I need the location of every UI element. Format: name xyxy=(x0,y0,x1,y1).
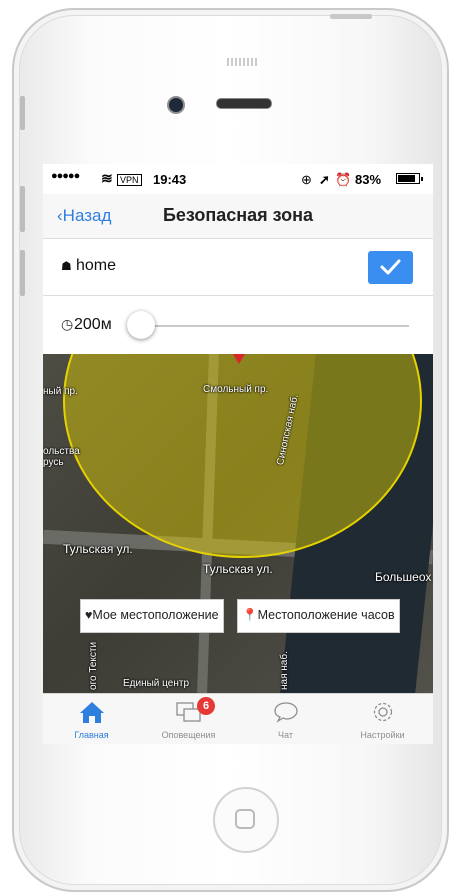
map-label: ольства русь xyxy=(43,446,80,468)
my-location-button[interactable]: ♥Мое местоположение xyxy=(80,599,224,633)
timer-icon: ◷ xyxy=(61,316,74,332)
map-marker-icon: 📍 xyxy=(242,608,258,622)
map-label: ого Тексти xyxy=(88,641,99,690)
zone-name[interactable]: home xyxy=(76,257,116,275)
radius-slider-knob[interactable] xyxy=(127,311,155,339)
radius-row: ◷ 200м xyxy=(43,296,433,354)
home-icon xyxy=(80,702,104,723)
satellite-map[interactable]: Смольный пр. Синопская наб. ный пр. Туль… xyxy=(43,354,433,693)
map-label: Смольный пр. xyxy=(203,384,269,395)
power-button xyxy=(330,14,372,19)
radius-value: 200м xyxy=(74,316,112,333)
battery-icon xyxy=(396,173,423,184)
notification-badge: 6 xyxy=(197,697,215,715)
tab-chat[interactable]: Чат xyxy=(237,694,334,744)
alarm-icon: ⏰ xyxy=(335,172,352,187)
tab-bar: Главная 6 Оповещения Чат Настройки xyxy=(43,693,433,744)
map-label: ная наб. xyxy=(279,651,290,690)
map-label: Единый центр xyxy=(123,678,190,689)
map-label: ный пр. xyxy=(43,386,78,397)
page-title: Безопасная зона xyxy=(162,205,314,225)
rotation-lock-icon: ⊕ xyxy=(301,172,312,187)
gear-icon xyxy=(373,702,393,722)
tab-home[interactable]: Главная xyxy=(43,694,140,744)
location-arrow-icon: ➚ xyxy=(319,172,330,187)
volume-up-button xyxy=(20,186,25,232)
navigation-bar: ‹Назад Безопасная зона xyxy=(43,194,433,239)
tab-label: Оповещения xyxy=(161,730,216,740)
tab-settings[interactable]: Настройки xyxy=(334,694,431,744)
map-label: Тульская ул. xyxy=(203,562,273,576)
home-button[interactable] xyxy=(213,787,279,853)
watch-location-label: Местоположение часов xyxy=(257,608,395,622)
tab-notifications[interactable]: 6 Оповещения xyxy=(140,694,237,744)
speech-bubble-icon xyxy=(274,702,298,723)
wifi-icon: ≋ xyxy=(101,170,113,186)
home-button-square xyxy=(235,809,255,829)
tab-label: Чат xyxy=(278,730,293,740)
earpiece-speaker xyxy=(216,98,272,109)
map-label: Большеох xyxy=(375,570,432,584)
vpn-badge: VPN xyxy=(117,174,142,186)
front-camera xyxy=(167,96,185,114)
location-pin-icon xyxy=(233,354,245,364)
confirm-button[interactable] xyxy=(368,251,413,284)
signal-icon: ●●●●● xyxy=(51,170,80,182)
volume-down-button xyxy=(20,250,25,296)
zone-name-row: ☗ home xyxy=(43,239,433,296)
sensor-grill xyxy=(227,58,259,66)
mute-switch xyxy=(20,96,25,130)
status-bar: ●●●●● ≋ VPN 19:43 ⊕ ➚ ⏰ 83% xyxy=(43,164,433,194)
house-icon: ☗ xyxy=(61,259,72,273)
watch-location-button[interactable]: 📍Местоположение часов xyxy=(237,599,400,633)
map-label: Тульская ул. xyxy=(63,542,133,556)
radius-slider-track[interactable] xyxy=(135,325,409,327)
status-time: 19:43 xyxy=(153,172,187,187)
checkmark-icon xyxy=(380,259,401,275)
my-location-label: Мое местоположение xyxy=(92,608,219,622)
tab-label: Главная xyxy=(74,730,109,740)
tab-label: Настройки xyxy=(360,730,405,740)
app-screen: ●●●●● ≋ VPN 19:43 ⊕ ➚ ⏰ 83% ‹Назад Безоп… xyxy=(43,164,433,744)
battery-percent: 83% xyxy=(355,172,382,187)
